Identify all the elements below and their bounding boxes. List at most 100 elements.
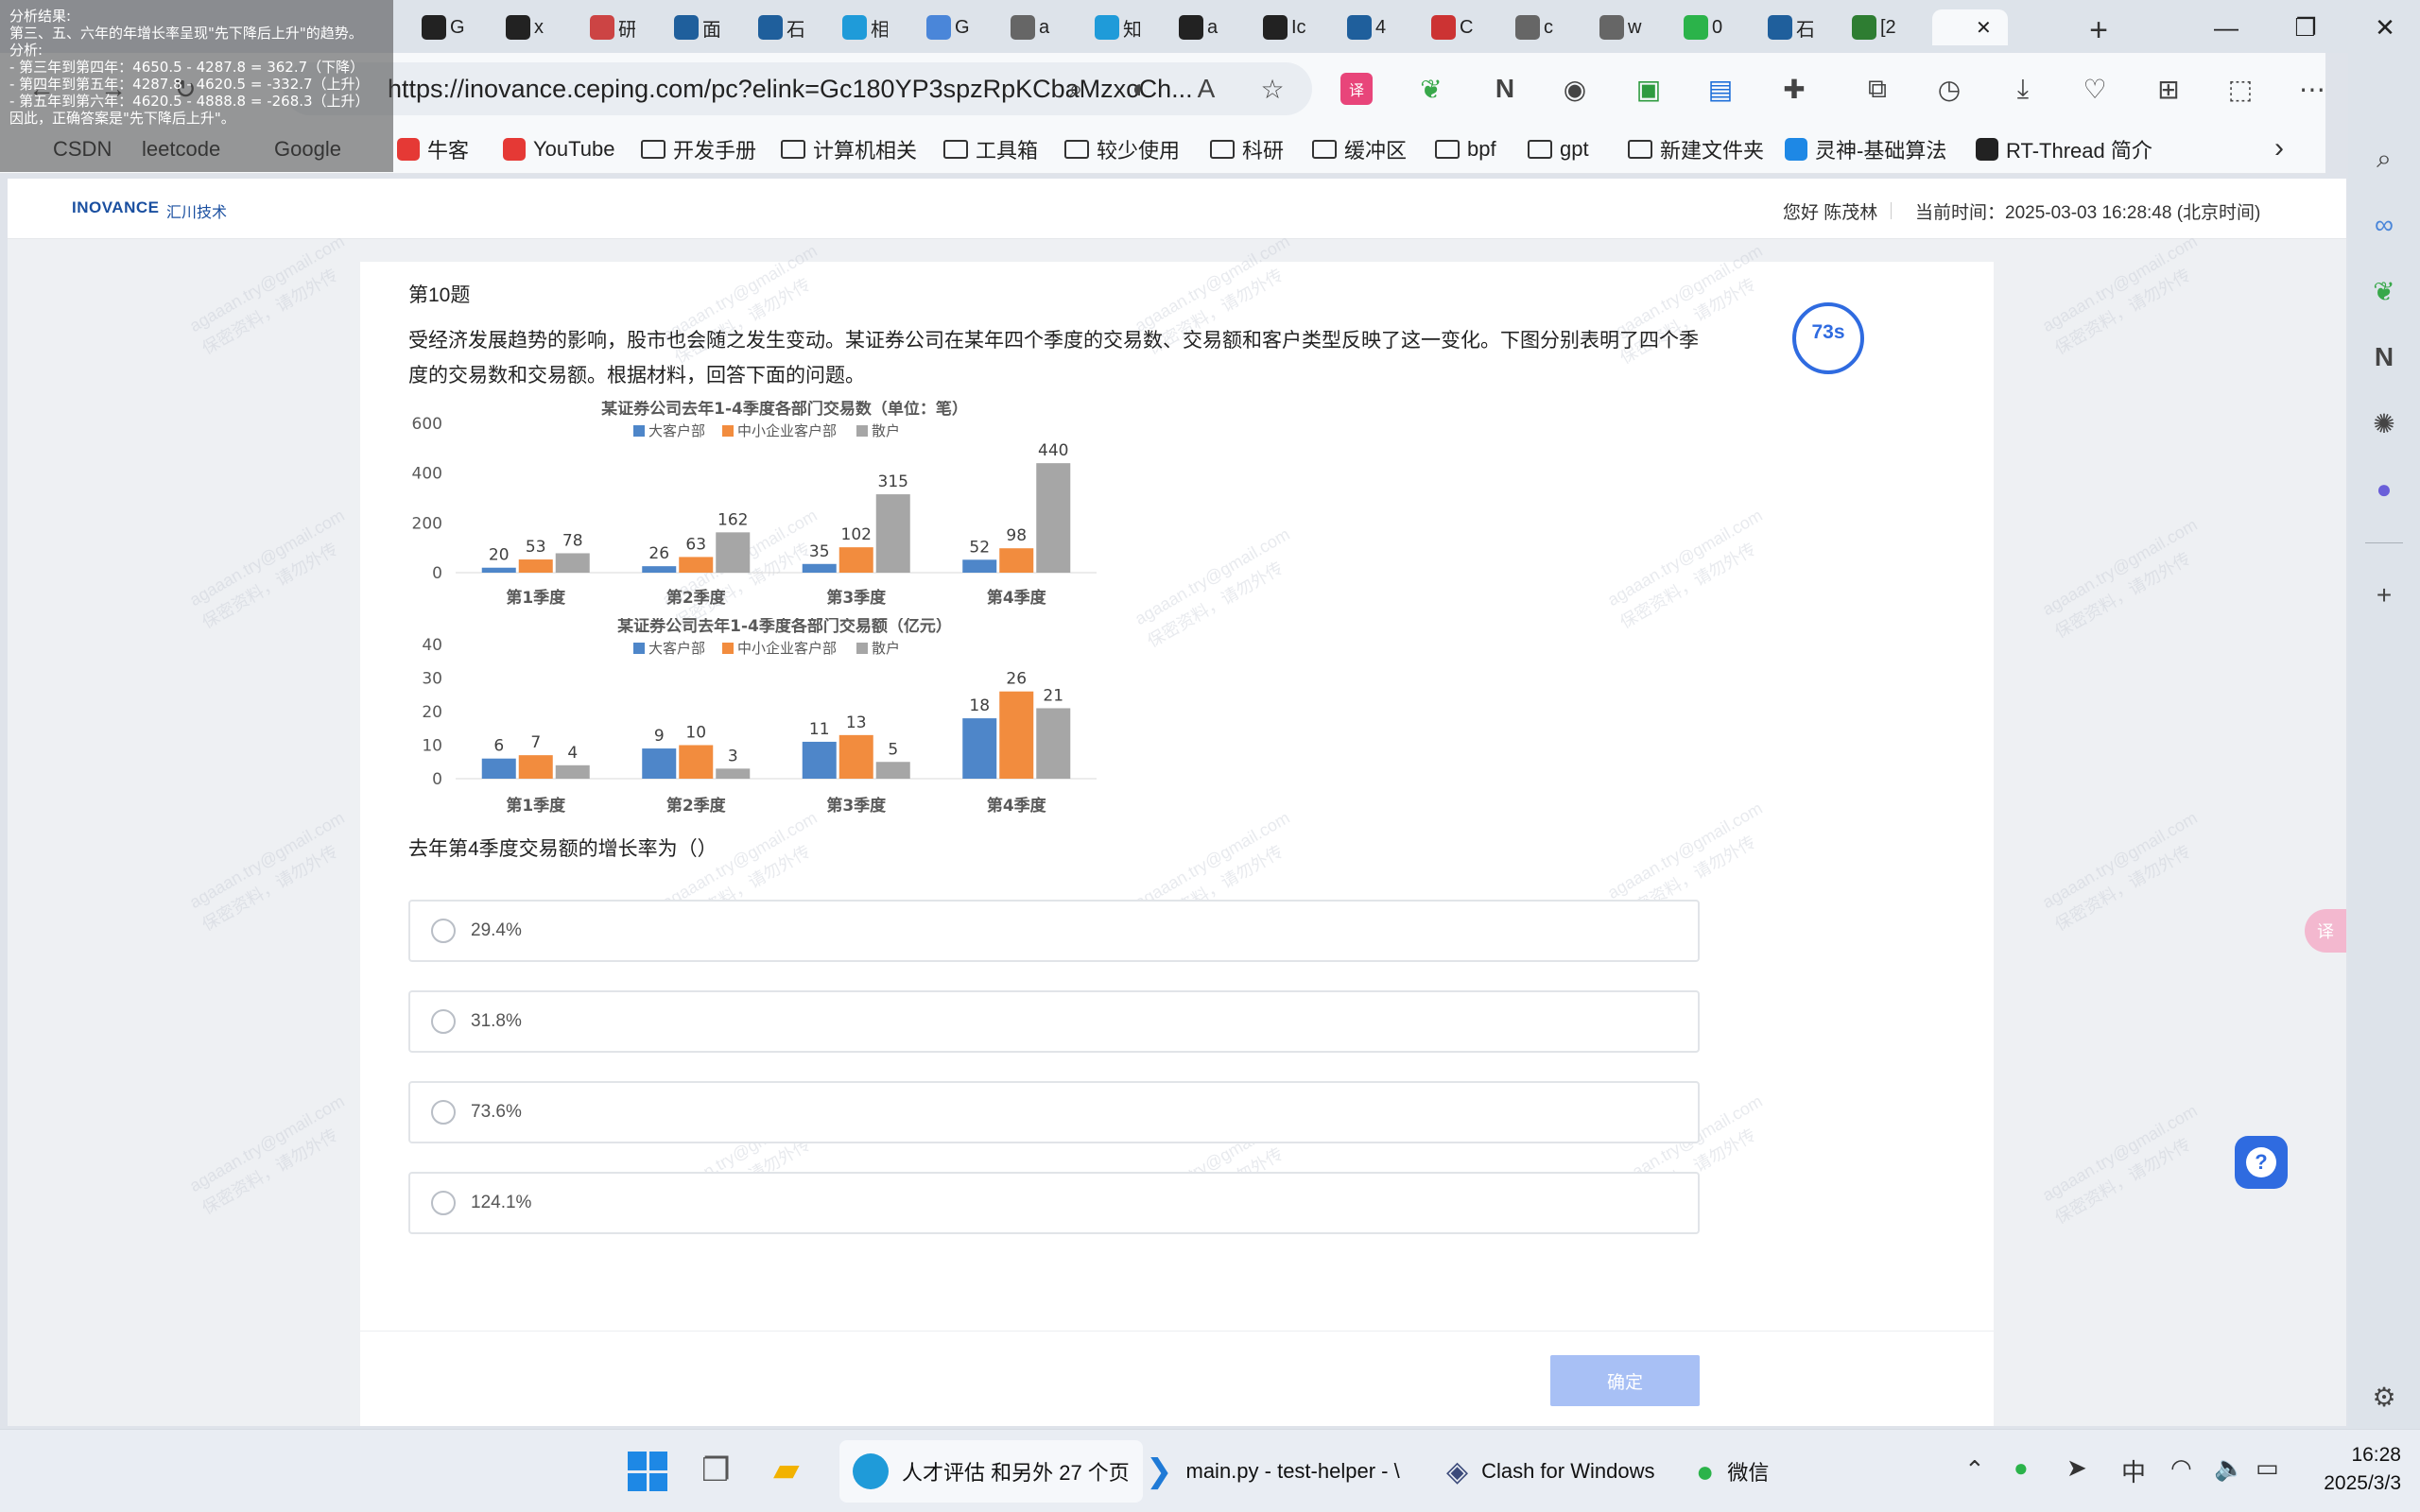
bookmark-item[interactable]: 计算机相关 — [781, 132, 917, 166]
performance-icon[interactable]: ♡ — [2076, 70, 2114, 108]
sidebar-leaf-icon[interactable]: ❦ — [2365, 272, 2403, 310]
bookmark-item[interactable]: gpt — [1528, 132, 1589, 166]
browser-tab[interactable]: c — [1510, 9, 1561, 45]
tab-favicon-icon — [1684, 15, 1708, 40]
bookmark-item[interactable]: 牛客 — [397, 132, 469, 166]
analysis-overlay: 分析结果: 第三、五、六年的年增长率呈现"先下降后上升"的趋势。 分析: - 第三年到… — [0, 0, 393, 172]
notion-extension-icon[interactable]: N — [1486, 70, 1524, 108]
bookmark-item[interactable]: RT-Thread 简介 — [1976, 132, 2152, 166]
task-view-icon[interactable]: ❐ — [701, 1452, 743, 1491]
folder-icon — [1064, 140, 1089, 159]
translate-extension-icon[interactable]: 译 — [1340, 73, 1373, 105]
option-c[interactable]: 73.6% — [408, 1081, 1700, 1143]
tray-wechat-icon[interactable]: ● — [2014, 1453, 2029, 1483]
screenshot-icon[interactable]: ⬚ — [2221, 70, 2259, 108]
bookmark-item[interactable]: 缓冲区 — [1312, 132, 1407, 166]
confirm-button[interactable]: 确定 — [1550, 1355, 1700, 1406]
x-tick-label: 第4季度 — [987, 588, 1047, 608]
sidebar-chatgpt-icon[interactable]: ✺ — [2365, 404, 2403, 442]
leaf-extension-icon[interactable]: ❦ — [1412, 70, 1450, 108]
option-d-radio[interactable] — [431, 1191, 456, 1215]
active-browser-tab[interactable]: ✕ — [1932, 9, 2008, 45]
sidebar-settings-icon[interactable]: ⚙ — [2365, 1378, 2403, 1416]
browser-tab[interactable]: 面 — [668, 9, 719, 45]
browser-tab[interactable]: 4 — [1341, 9, 1392, 45]
bookmark-item[interactable]: YouTube — [503, 132, 614, 166]
browser-tab[interactable]: Ic — [1257, 9, 1308, 45]
taskbar-clash[interactable]: ◈ Clash for Windows — [1446, 1440, 1654, 1503]
bookmark-item[interactable]: 较少使用 — [1064, 132, 1180, 166]
option-b[interactable]: 31.8% — [408, 990, 1700, 1053]
sidebar-assistant-icon[interactable]: ● — [2365, 471, 2403, 508]
option-d[interactable]: 124.1% — [408, 1172, 1700, 1234]
tab-favicon-icon — [1599, 15, 1624, 40]
tab-favicon-icon — [1515, 15, 1540, 40]
tray-overflow-icon[interactable]: ⌃ — [1964, 1455, 1985, 1485]
bookmark-item[interactable]: 新建文件夹 — [1628, 132, 1764, 166]
bookmark-item[interactable]: 灵神-基础算法 — [1785, 132, 1946, 166]
browser-tab[interactable]: 0 — [1678, 9, 1729, 45]
browser-tab[interactable]: [2 — [1846, 9, 1897, 45]
sidebar-copilot-icon[interactable]: ∞ — [2365, 206, 2403, 244]
browser-tab[interactable]: x — [500, 9, 551, 45]
history-icon[interactable]: ◷ — [1930, 70, 1968, 108]
read-aloud-icon[interactable]: A — [1187, 70, 1225, 108]
tab-title: a — [1039, 16, 1050, 38]
sidebar-add-icon[interactable]: + — [2365, 576, 2403, 614]
apps-icon[interactable]: ⊞ — [2150, 70, 2187, 108]
tray-battery-icon[interactable]: ▭ — [2256, 1453, 2279, 1483]
bookmark-item[interactable]: 工具箱 — [943, 132, 1038, 166]
close-tab-icon[interactable]: ✕ — [1976, 16, 1992, 40]
start-icon[interactable] — [628, 1452, 667, 1491]
tray-wifi-icon[interactable]: ◠ — [2170, 1453, 2192, 1483]
download-icon[interactable]: ⤓ — [2004, 70, 2042, 108]
browser-tab[interactable]: 研 — [584, 9, 635, 45]
browser-tab[interactable]: 相 — [837, 9, 888, 45]
close-window-button[interactable]: ✕ — [2352, 9, 2418, 45]
bookmark-item[interactable]: 科研 — [1210, 132, 1284, 166]
edge-icon[interactable]: ◐ — [1121, 70, 1159, 108]
glasses-extension-icon[interactable]: ◉ — [1556, 70, 1594, 108]
browser-tab[interactable]: G — [416, 9, 467, 45]
bookmarks-overflow-icon[interactable]: › — [2274, 132, 2284, 164]
tray-send-icon[interactable]: ➤ — [2066, 1453, 2087, 1483]
browser-tab[interactable]: a — [1173, 9, 1224, 45]
option-a[interactable]: 29.4% — [408, 900, 1700, 962]
option-a-radio[interactable] — [431, 919, 456, 943]
file-extension-icon[interactable]: ▤ — [1702, 70, 1739, 108]
browser-tab[interactable]: w — [1594, 9, 1645, 45]
game-extension-icon[interactable]: ▣ — [1630, 70, 1668, 108]
sidebar-notion-icon[interactable]: N — [2365, 338, 2403, 376]
browser-tab[interactable]: G — [921, 9, 972, 45]
browser-tab[interactable]: 知 — [1089, 9, 1140, 45]
legend-label: 中小企业客户部 — [737, 422, 837, 439]
option-b-radio[interactable] — [431, 1009, 456, 1034]
browser-tab[interactable]: a — [1005, 9, 1056, 45]
more-menu-icon[interactable]: ⋯ — [2293, 70, 2331, 108]
bookmark-favicon-icon — [503, 138, 526, 161]
taskbar-wechat[interactable]: ● 微信 — [1696, 1440, 1769, 1503]
sidebar-search-icon[interactable]: ⌕ — [2365, 140, 2403, 178]
sidebar-divider — [2365, 542, 2403, 543]
extensions-icon[interactable]: ✚ — [1775, 70, 1813, 108]
taskbar-edge[interactable]: 人才评估 和另外 27 个页 — [839, 1440, 1143, 1503]
restore-button[interactable]: ❐ — [2273, 9, 2339, 45]
help-button[interactable]: ? — [2235, 1136, 2288, 1189]
collections-icon[interactable]: ⧉ — [1858, 70, 1896, 108]
bookmark-item[interactable]: bpf — [1435, 132, 1496, 166]
new-tab-button[interactable]: + — [2080, 11, 2118, 49]
bookmark-item[interactable]: 开发手册 — [641, 132, 756, 166]
taskbar-vscode[interactable]: ❯ main.py - test-helper - \ — [1146, 1440, 1400, 1503]
favorite-star-icon[interactable]: ☆ — [1253, 70, 1291, 108]
minimize-button[interactable]: — — [2193, 9, 2259, 45]
translate-float-icon[interactable]: 译 — [2305, 909, 2346, 953]
option-c-radio[interactable] — [431, 1100, 456, 1125]
file-explorer-icon[interactable]: ▰ — [773, 1450, 817, 1491]
zoom-icon[interactable]: ⌕ — [1057, 70, 1095, 108]
tray-volume-icon[interactable]: 🔈 — [2214, 1453, 2244, 1483]
tray-ime[interactable]: 中 — [2121, 1453, 2146, 1488]
browser-tab[interactable]: C — [1426, 9, 1477, 45]
browser-tab[interactable]: 石 — [1762, 9, 1813, 45]
data-label: 11 — [809, 720, 830, 739]
browser-tab[interactable]: 石 — [752, 9, 804, 45]
